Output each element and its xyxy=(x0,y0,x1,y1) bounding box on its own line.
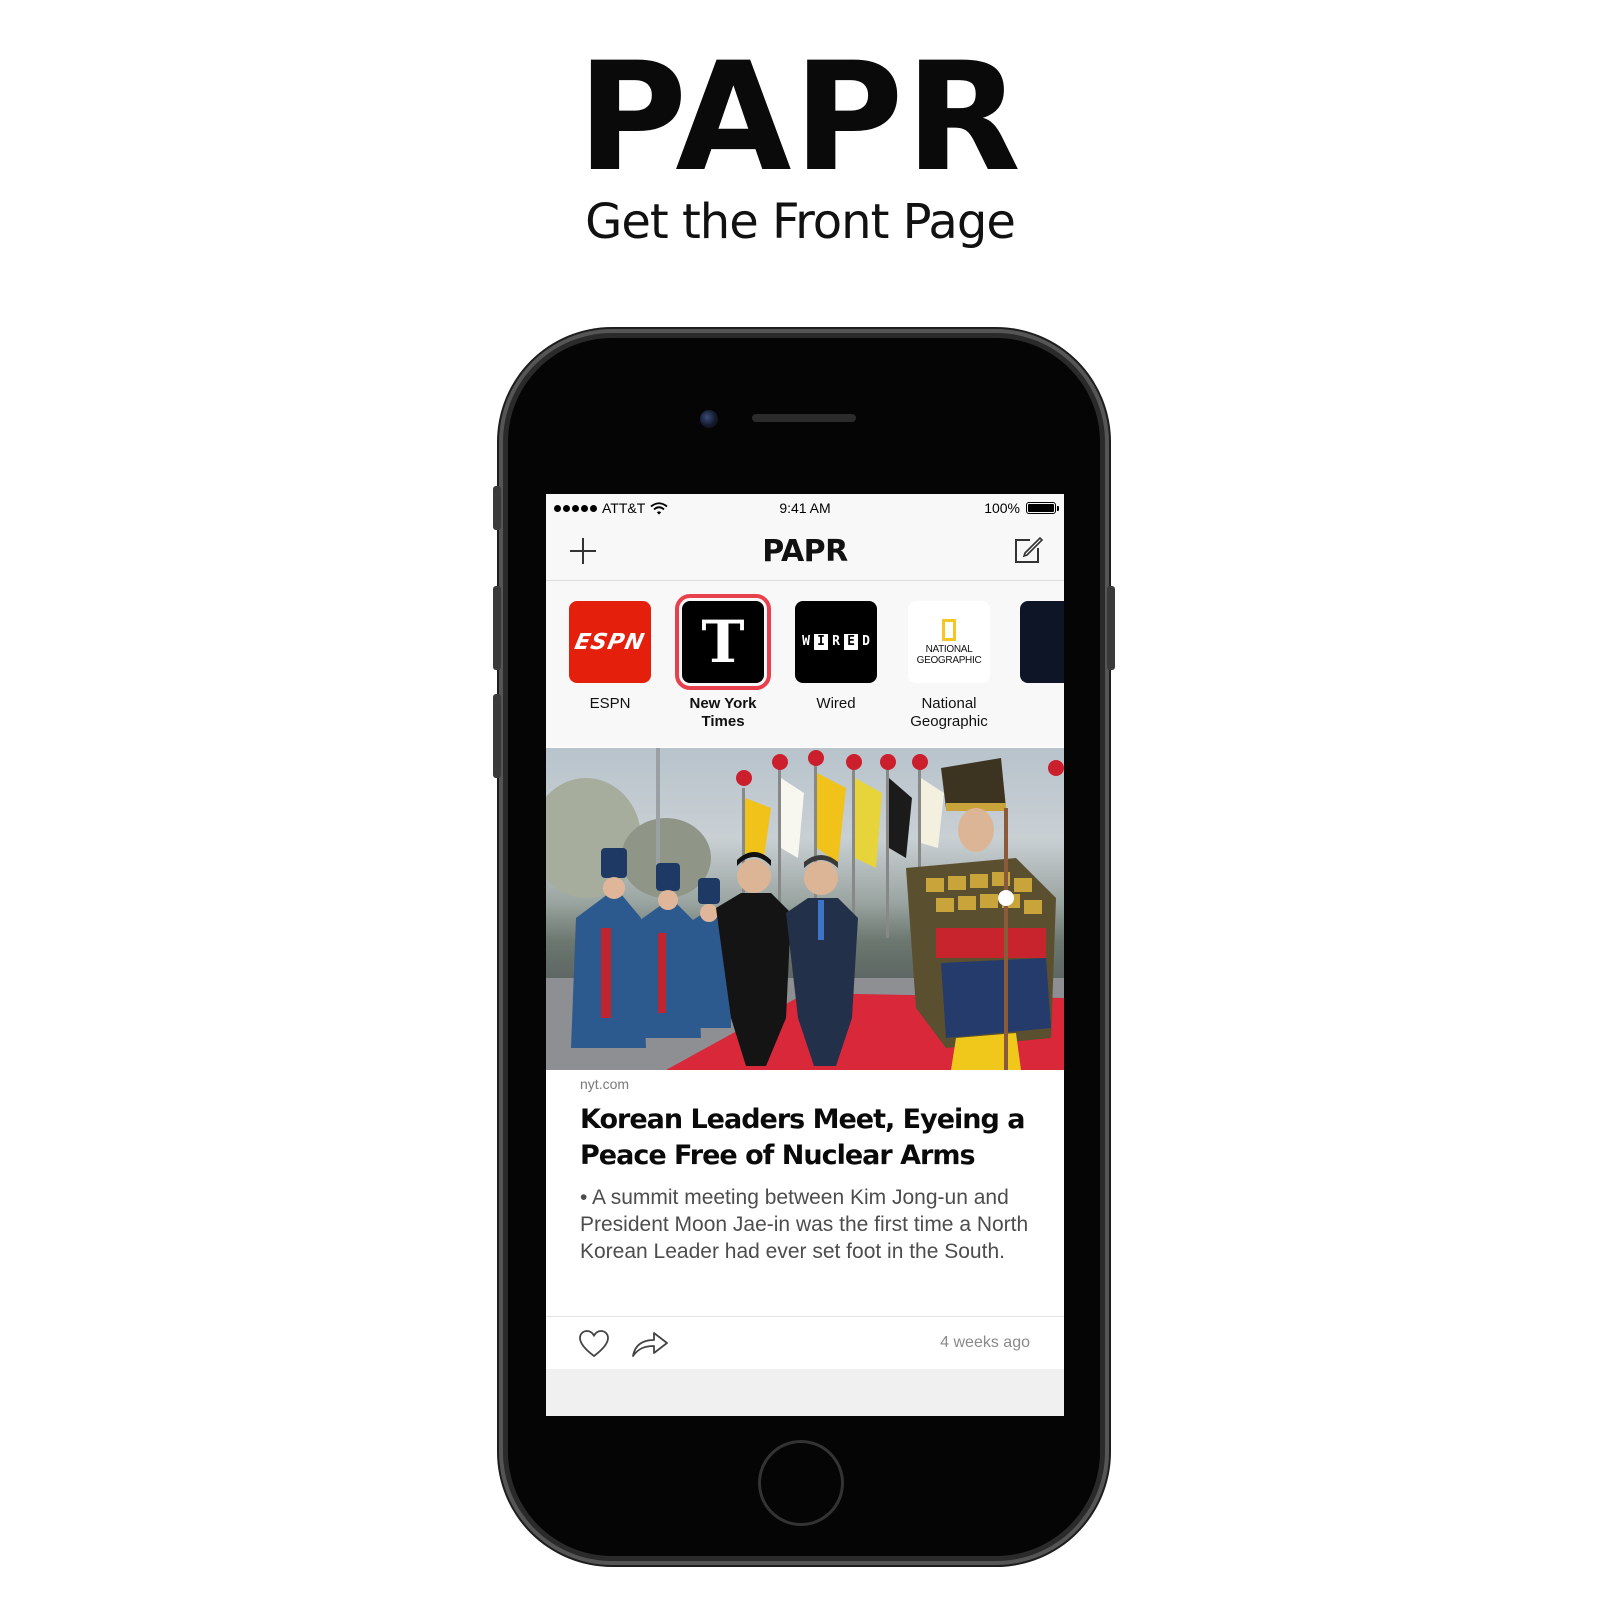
source-carousel[interactable]: ESPN ESPN T New York Times W I R E D Wir… xyxy=(546,581,1064,747)
article-hero-image[interactable] xyxy=(546,748,1064,1070)
article-actions: 4 weeks ago xyxy=(546,1316,1064,1370)
article-domain: nyt.com xyxy=(580,1076,630,1092)
article-card[interactable]: nyt.com Korean Leaders Meet, Eyeing a Pe… xyxy=(580,1076,1030,1265)
source-label: Wired xyxy=(816,695,856,712)
front-camera xyxy=(700,410,718,428)
home-button[interactable] xyxy=(758,1440,844,1526)
national-geographic-logo: NATIONAL GEOGRAPHIC xyxy=(908,601,990,683)
source-national-geographic[interactable]: NATIONAL GEOGRAPHIC National Geographic xyxy=(894,601,1004,731)
volume-down-button xyxy=(493,694,501,778)
earpiece-speaker xyxy=(752,414,856,422)
next-card-peek xyxy=(546,1369,1064,1416)
source-label: New York Times xyxy=(689,695,757,730)
promo-title: PAPR xyxy=(577,31,1023,205)
source-espn[interactable]: ESPN ESPN xyxy=(555,601,665,713)
wired-logo: W I R E D xyxy=(795,601,877,683)
source-label: ESPN xyxy=(589,695,631,712)
ring-switch xyxy=(493,486,501,530)
heart-icon[interactable] xyxy=(578,1329,610,1359)
source-label: National Geographic xyxy=(910,695,988,730)
compose-icon[interactable] xyxy=(1012,534,1044,566)
source-new-york-times[interactable]: T New York Times xyxy=(668,594,778,731)
promo-subtitle: Get the Front Page xyxy=(585,194,1016,250)
espn-logo: ESPN xyxy=(569,601,651,683)
battery-percent: 100% xyxy=(984,500,1020,516)
nyt-logo: T xyxy=(675,594,771,690)
phone-frame: ATT&T 9:41 AM 100% PAPR ESPN ESPN T New … xyxy=(493,338,1115,1556)
status-bar: ATT&T 9:41 AM 100% xyxy=(546,494,1064,522)
battery-icon xyxy=(1026,502,1059,514)
article-headline[interactable]: Korean Leaders Meet, Eyeing a Peace Free… xyxy=(580,1102,1030,1174)
app-screen: ATT&T 9:41 AM 100% PAPR ESPN ESPN T New … xyxy=(546,494,1064,1416)
volume-up-button xyxy=(493,586,501,670)
article-timestamp: 4 weeks ago xyxy=(940,1334,1030,1351)
nav-title: PAPR xyxy=(762,534,848,569)
article-summary: • A summit meeting between Kim Jong-un a… xyxy=(580,1186,1029,1263)
source-wired[interactable]: W I R E D Wired xyxy=(781,601,891,713)
power-button xyxy=(1107,586,1115,670)
source-next-partial[interactable] xyxy=(1020,601,1064,683)
navigation-bar: PAPR xyxy=(546,522,1064,581)
share-icon[interactable] xyxy=(630,1329,670,1359)
